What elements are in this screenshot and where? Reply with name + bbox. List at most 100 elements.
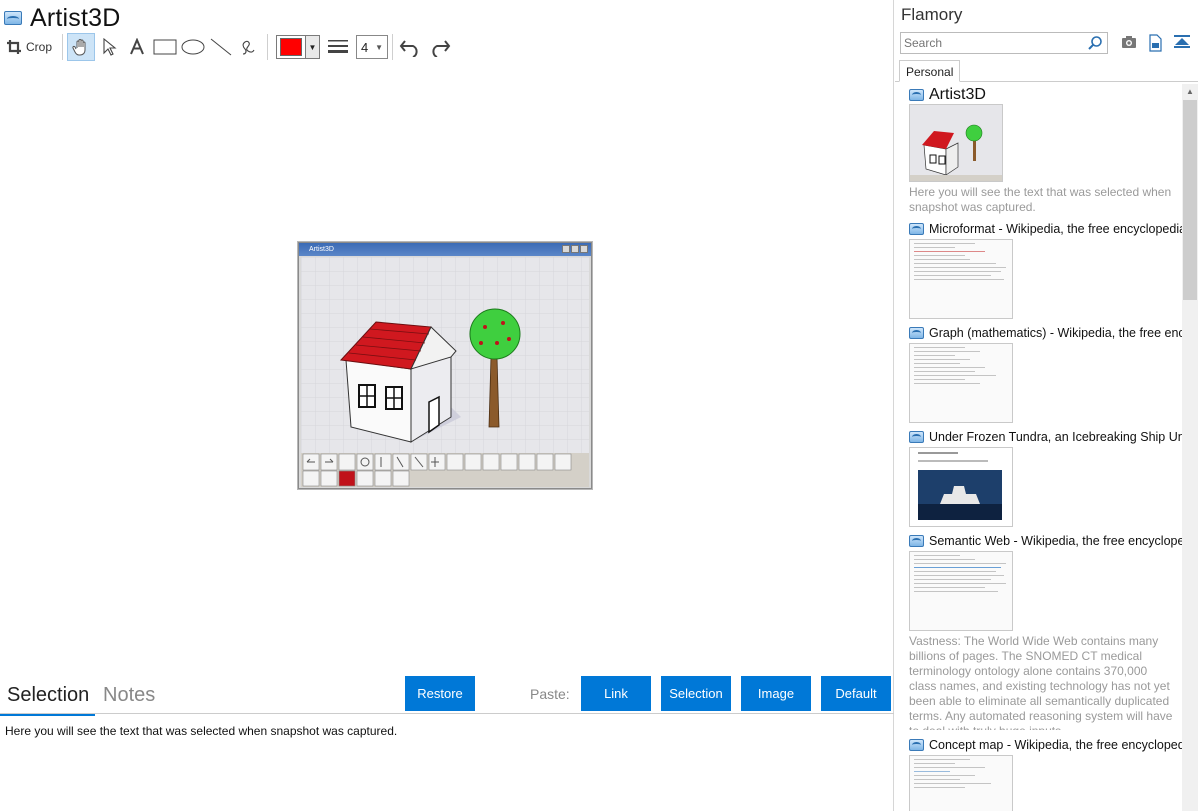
title-bar: Artist3D — [4, 4, 121, 32]
crop-icon — [7, 40, 21, 54]
chevron-down-icon: ▼ — [305, 36, 320, 58]
list-item-title: Artist3D — [929, 86, 986, 103]
scroll-up-icon[interactable]: ▲ — [1182, 84, 1198, 98]
undo-button[interactable] — [397, 33, 425, 61]
pan-tool-button[interactable] — [67, 33, 96, 61]
color-swatch — [280, 38, 303, 56]
selection-notes-panel: Selection Notes Restore Paste: Link Sele… — [0, 676, 894, 811]
camera-icon[interactable] — [1121, 34, 1137, 50]
paste-selection-button[interactable]: Selection — [661, 676, 731, 711]
snapshot-icon — [909, 739, 924, 751]
line-width-select[interactable]: 4 ▼ — [356, 35, 389, 59]
rectangle-tool-button[interactable] — [151, 33, 179, 61]
ellipse-icon — [181, 39, 205, 55]
document-icon[interactable] — [1147, 34, 1163, 52]
snapshot-thumbnail — [909, 104, 1003, 182]
snapshot-thumbnail — [909, 447, 1013, 527]
sidebar-actions — [1121, 34, 1191, 52]
sidebar-scrollbar[interactable]: ▲ — [1182, 84, 1198, 811]
tool-palette-icons — [302, 453, 572, 487]
list-item[interactable]: Semantic Web - Wikipedia, the free encyc… — [909, 534, 1182, 730]
house-tree-scene — [301, 257, 589, 453]
arrow-pointer-icon — [103, 37, 117, 56]
search-icon[interactable] — [1087, 35, 1103, 51]
stroke-color-picker[interactable]: ▼ — [276, 35, 321, 59]
scroll-thumb[interactable] — [1183, 100, 1197, 300]
snapshot-icon — [909, 89, 924, 101]
sidebar-title: Flamory — [901, 5, 963, 24]
paste-link-button[interactable]: Link — [581, 676, 651, 711]
restore-button[interactable]: Restore — [405, 676, 475, 711]
freehand-icon — [242, 40, 255, 55]
list-item-title: Microformat - Wikipedia, the free encycl… — [929, 222, 1182, 236]
paste-default-button[interactable]: Default — [821, 676, 891, 711]
captured-image: Artist3D — [298, 242, 592, 489]
flamory-sidebar: Flamory Search Personal Artist3D Here yo… — [895, 0, 1198, 811]
ship-thumbnail — [910, 448, 1012, 526]
selection-text[interactable]: Here you will see the text that was sele… — [5, 724, 397, 738]
snapshot-thumbnail — [909, 239, 1013, 319]
toolbar-separator — [392, 34, 394, 60]
sidebar-tabs: Personal — [895, 60, 1198, 82]
list-item[interactable]: Artist3D Here you will see the text that… — [909, 86, 1177, 215]
hand-icon — [72, 39, 86, 56]
tab-notes[interactable]: Notes — [103, 684, 155, 707]
toolbar-separator — [267, 34, 269, 60]
tab-personal[interactable]: Personal — [899, 60, 961, 82]
line-width-value: 4 — [361, 39, 369, 55]
text-icon — [130, 38, 144, 55]
snapshot-icon — [909, 223, 924, 235]
collapse-to-top-icon[interactable] — [1173, 34, 1191, 50]
list-item[interactable]: Graph (mathematics) - Wikipedia, the fre… — [909, 326, 1182, 423]
captured-window-titlebar: Artist3D — [299, 243, 591, 256]
captured-window-title: Artist3D — [309, 246, 334, 253]
list-item[interactable]: Microformat - Wikipedia, the free encycl… — [909, 222, 1182, 319]
chevron-down-icon: ▼ — [375, 42, 384, 52]
captured-tool-palette — [301, 453, 589, 487]
select-tool-button[interactable] — [95, 33, 123, 61]
annotation-toolbar: Crop ▼ 4 ▼ — [4, 32, 453, 62]
list-item-description: Here you will see the text that was sele… — [909, 185, 1172, 214]
crop-label: Crop — [26, 40, 53, 54]
list-item-title: Graph (mathematics) - Wikipedia, the fre… — [929, 326, 1182, 340]
ellipse-tool-button[interactable] — [179, 33, 207, 61]
snapshot-title: Artist3D — [30, 3, 121, 32]
flamory-window: Artist3D Crop ▼ 4 ▼ Artist3D Selection N… — [0, 0, 1198, 811]
snapshot-thumbnail — [909, 551, 1013, 631]
list-item-title: Under Frozen Tundra, an Icebreaking Ship… — [929, 430, 1182, 444]
snapshot-icon — [909, 327, 924, 339]
snapshot-thumbnail — [909, 343, 1013, 423]
list-item-description: Vastness: The World Wide Web contains ma… — [909, 634, 1173, 730]
redo-button[interactable] — [425, 33, 453, 61]
snapshot-canvas[interactable]: Artist3D — [0, 68, 894, 678]
snapshot-icon — [909, 431, 924, 443]
snapshot-viewer: Artist3D Crop ▼ 4 ▼ Artist3D Selection N… — [0, 0, 894, 811]
tab-selection[interactable]: Selection — [0, 684, 96, 716]
text-tool-button[interactable] — [123, 33, 151, 61]
snapshot-icon — [909, 535, 924, 547]
rectangle-icon — [153, 39, 177, 55]
list-item-title: Concept map - Wikipedia, the free encycl… — [929, 738, 1182, 752]
paste-image-button[interactable]: Image — [741, 676, 811, 711]
list-item-title: Semantic Web - Wikipedia, the free encyc… — [929, 534, 1182, 548]
house-thumbnail — [910, 105, 1002, 181]
search-input[interactable] — [901, 36, 1081, 50]
redo-icon — [432, 40, 451, 57]
undo-icon — [399, 40, 418, 57]
crop-button[interactable]: Crop — [4, 33, 58, 61]
paste-label: Paste: — [530, 686, 570, 702]
snapshot-thumbnail — [909, 755, 1013, 811]
line-width-icon-button[interactable] — [324, 33, 352, 61]
snapshot-icon — [4, 11, 22, 25]
search-box — [900, 32, 1108, 54]
list-item[interactable]: Under Frozen Tundra, an Icebreaking Ship… — [909, 430, 1182, 527]
toolbar-separator — [62, 34, 64, 60]
line-width-icon — [328, 40, 349, 53]
freehand-tool-button[interactable] — [235, 33, 263, 61]
line-tool-button[interactable] — [207, 33, 235, 61]
snapshot-list: Artist3D Here you will see the text that… — [895, 84, 1182, 811]
panel-tabs: Selection Notes Restore Paste: Link Sele… — [0, 676, 894, 716]
list-item[interactable]: Concept map - Wikipedia, the free encycl… — [909, 738, 1182, 811]
captured-3d-scene — [301, 257, 589, 453]
line-icon — [210, 38, 232, 56]
